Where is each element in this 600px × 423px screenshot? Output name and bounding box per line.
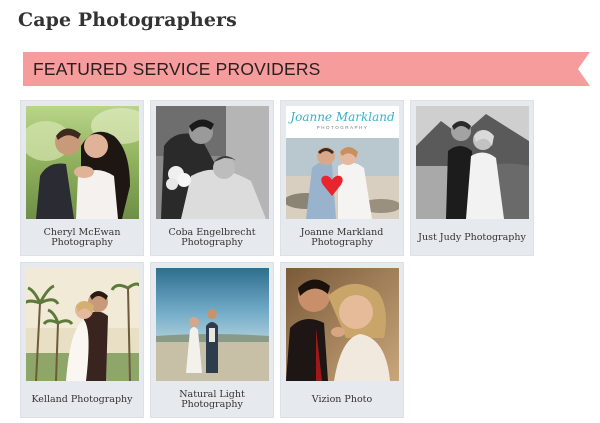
provider-photo[interactable]: [156, 106, 269, 219]
couple-embrace-photo: [26, 106, 139, 219]
provider-card-coba-engelbrecht[interactable]: Coba Engelbrecht Photography: [150, 100, 274, 256]
couple-black-white-photo: [156, 106, 269, 219]
provider-card-cheryl-mcewan[interactable]: Cheryl McEwan Photography: [20, 100, 144, 256]
provider-card-natural-light[interactable]: Natural Light Photography: [150, 262, 274, 418]
provider-name[interactable]: Coba Engelbrecht Photography: [153, 222, 271, 254]
provider-card-just-judy[interactable]: Just Judy Photography: [410, 100, 534, 256]
provider-photo[interactable]: [156, 268, 269, 381]
featured-banner: FEATURED SERVICE PROVIDERS: [23, 52, 590, 86]
provider-photo[interactable]: [286, 268, 399, 381]
provider-photo[interactable]: Joanne Markland PHOTOGRAPHY: [286, 106, 399, 219]
couple-portrait-photo: [286, 268, 399, 381]
photographer-logo-text: Joanne Markland: [290, 110, 395, 124]
provider-name[interactable]: Kelland Photography: [23, 384, 141, 416]
provider-photo[interactable]: [26, 106, 139, 219]
couple-beach-sky-photo: [156, 268, 269, 381]
couple-palm-trees-photo: [26, 268, 139, 381]
provider-photo[interactable]: [416, 106, 529, 219]
provider-name[interactable]: Cheryl McEwan Photography: [23, 222, 141, 254]
page-title: Cape Photographers: [18, 9, 237, 31]
provider-photo[interactable]: [26, 268, 139, 381]
provider-name[interactable]: Natural Light Photography: [153, 384, 271, 416]
banner-title: FEATURED SERVICE PROVIDERS: [33, 59, 321, 79]
provider-card-vizion-photo[interactable]: Vizion Photo: [280, 262, 404, 418]
provider-card-kelland[interactable]: Kelland Photography: [20, 262, 144, 418]
provider-name[interactable]: Vizion Photo: [283, 384, 401, 416]
provider-name[interactable]: Just Judy Photography: [413, 222, 531, 254]
provider-name[interactable]: Joanne Markland Photography: [283, 222, 401, 254]
photographer-logo-subtext: PHOTOGRAPHY: [316, 125, 369, 130]
provider-card-joanne-markland[interactable]: Joanne Markland PHOTOGRAPHY Joanne Markl…: [280, 100, 404, 256]
couple-mountain-photo: [416, 106, 529, 219]
